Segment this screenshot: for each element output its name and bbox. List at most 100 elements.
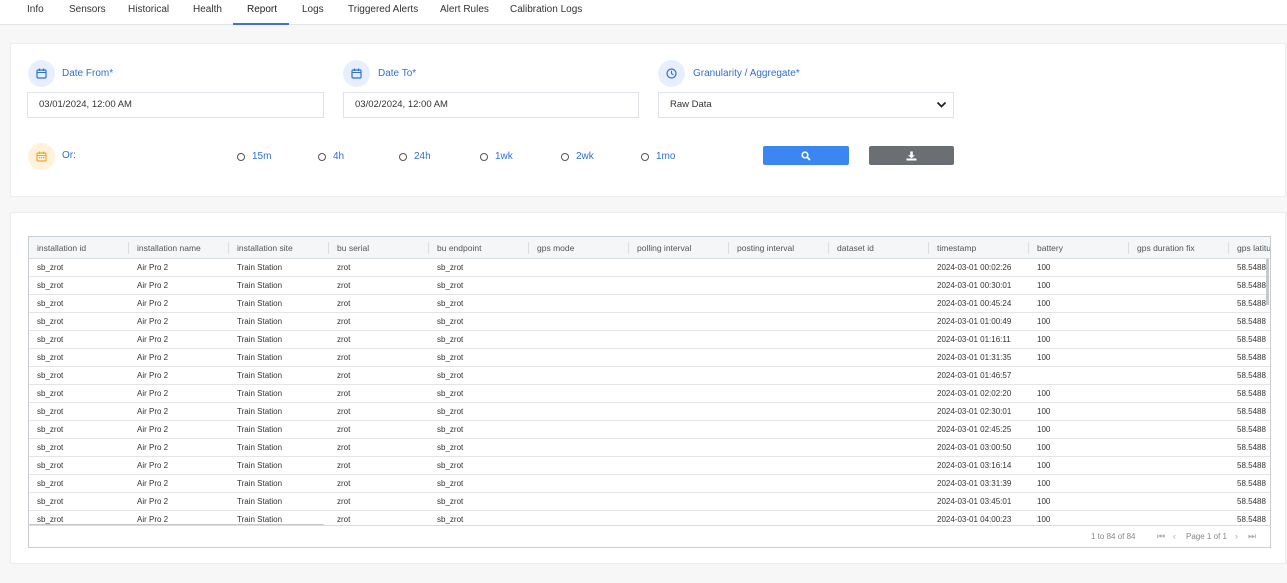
quick-range-2wk[interactable]: 2wk	[561, 151, 594, 162]
quick-range-1mo[interactable]: 1mo	[641, 151, 675, 162]
column-header[interactable]: battery	[1029, 237, 1063, 259]
date-from-input[interactable]: 03/01/2024, 12:00 AM	[27, 92, 324, 118]
table-cell: 2024-03-01 01:16:11	[937, 335, 1011, 344]
column-header[interactable]: posting interval	[729, 237, 794, 259]
table-cell	[529, 259, 629, 277]
or-label: Or:	[62, 150, 76, 161]
column-header[interactable]: dataset id	[829, 237, 874, 259]
table-cell: sb_zrot	[437, 407, 464, 416]
tab-triggered-alerts[interactable]: Triggered Alerts	[348, 4, 418, 15]
table-row[interactable]: sb_zrot Air Pro 2 Train Station zrot sb_zrot…	[29, 457, 1270, 475]
table-cell: Air Pro 2	[137, 407, 169, 416]
quick-range-4h[interactable]: 4h	[318, 151, 344, 162]
table-cell: 58.5488	[1237, 389, 1266, 398]
tab-sensors[interactable]: Sensors	[69, 4, 106, 15]
table-cell: 58.5488	[1237, 281, 1266, 290]
column-header[interactable]: gps mode	[529, 237, 574, 259]
table-row[interactable]: sb_zrot Air Pro 2 Train Station zrot sb_zrot…	[29, 367, 1270, 385]
date-to-label: Date To*	[378, 68, 417, 79]
tab-report[interactable]: Report	[247, 4, 277, 15]
column-header[interactable]: bu endpoint	[429, 237, 481, 259]
table-cell	[829, 277, 929, 295]
column-header[interactable]: gps duration fix	[1129, 237, 1195, 259]
table-cell	[829, 475, 929, 493]
column-header[interactable]: installation id	[29, 237, 86, 259]
first-page-icon[interactable]: ⏮	[1157, 531, 1165, 542]
quick-range-24h[interactable]: 24h	[399, 151, 431, 162]
granularity-select[interactable]: Raw Data	[658, 92, 954, 118]
table-cell: Train Station	[237, 299, 283, 308]
table-cell: sb_zrot	[437, 353, 464, 362]
table-row[interactable]: sb_zrot Air Pro 2 Train Station zrot sb_zrot…	[29, 331, 1270, 349]
table-cell: 100	[1037, 443, 1051, 452]
table-cell	[829, 421, 929, 439]
table-cell: 58.5488	[1237, 407, 1266, 416]
tab-info[interactable]: Info	[27, 4, 44, 15]
table-row[interactable]: sb_zrot Air Pro 2 Train Station zrot sb_zrot…	[29, 493, 1270, 511]
table-row[interactable]: sb_zrot Air Pro 2 Train Station zrot sb_zrot…	[29, 295, 1270, 313]
column-header[interactable]: polling interval	[629, 237, 691, 259]
table-cell	[729, 511, 829, 525]
next-page-icon[interactable]: ›	[1235, 531, 1238, 541]
table-cell	[829, 403, 929, 421]
table-row[interactable]: sb_zrot Air Pro 2 Train Station zrot sb_zrot…	[29, 511, 1270, 525]
table-cell	[629, 295, 729, 313]
column-header[interactable]: timestamp	[929, 237, 976, 259]
table-cell: Train Station	[237, 443, 283, 452]
table-cell	[1129, 313, 1229, 331]
vertical-scrollbar-thumb[interactable]	[1266, 259, 1269, 305]
table-row[interactable]: sb_zrot Air Pro 2 Train Station zrot sb_zrot…	[29, 403, 1270, 421]
column-header[interactable]: bu serial	[329, 237, 369, 259]
last-page-icon[interactable]: ⏭	[1248, 531, 1256, 542]
table-row[interactable]: sb_zrot Air Pro 2 Train Station zrot sb_zrot…	[29, 349, 1270, 367]
table-row[interactable]: sb_zrot Air Pro 2 Train Station zrot sb_zrot…	[29, 385, 1270, 403]
table-cell	[629, 259, 729, 277]
table-cell: Air Pro 2	[137, 299, 169, 308]
date-to-input[interactable]: 03/02/2024, 12:00 AM	[343, 92, 639, 118]
tab-historical[interactable]: Historical	[128, 4, 169, 15]
table-cell	[729, 367, 829, 385]
table-cell: Air Pro 2	[137, 317, 169, 326]
download-button[interactable]	[869, 146, 954, 165]
table-cell	[529, 331, 629, 349]
column-header[interactable]: gps latitu	[1229, 237, 1270, 259]
table-row[interactable]: sb_zrot Air Pro 2 Train Station zrot sb_zrot…	[29, 277, 1270, 295]
table-cell: 2024-03-01 02:02:20	[937, 389, 1012, 398]
table-cell: sb_zrot	[37, 335, 64, 344]
tab-alert-rules[interactable]: Alert Rules	[440, 4, 489, 15]
tab-logs[interactable]: Logs	[302, 4, 324, 15]
table-cell: 2024-03-01 01:46:57	[937, 371, 1012, 380]
table-cell	[1129, 259, 1229, 277]
table-cell: Air Pro 2	[137, 479, 169, 488]
table-row[interactable]: sb_zrot Air Pro 2 Train Station zrot sb_zrot…	[29, 313, 1270, 331]
table-cell: sb_zrot	[37, 299, 64, 308]
table-row[interactable]: sb_zrot Air Pro 2 Train Station zrot sb_zrot…	[29, 421, 1270, 439]
row-count-text: 1 to 84 of 84	[1091, 532, 1136, 541]
table-cell	[1129, 493, 1229, 511]
table-cell: Train Station	[237, 425, 283, 434]
table-cell: zrot	[337, 299, 351, 308]
table-cell: 58.5488	[1237, 335, 1266, 344]
table-cell: 58.5488	[1237, 497, 1266, 506]
previous-page-icon[interactable]: ‹	[1173, 531, 1176, 541]
column-header[interactable]: installation site	[229, 237, 293, 259]
tab-health[interactable]: Health	[193, 4, 222, 15]
table-cell: Train Station	[237, 515, 283, 524]
quick-range-1wk[interactable]: 1wk	[480, 151, 513, 162]
quick-range-15m[interactable]: 15m	[237, 151, 271, 162]
tab-calibration-logs[interactable]: Calibration Logs	[510, 4, 582, 15]
table-cell: 58.5488	[1237, 479, 1266, 488]
table-cell: sb_zrot	[437, 281, 464, 290]
table-cell: sb_zrot	[437, 335, 464, 344]
active-tab-indicator	[233, 23, 289, 25]
table-cell	[1129, 349, 1229, 367]
table-cell: 100	[1037, 317, 1051, 326]
table-row[interactable]: sb_zrot Air Pro 2 Train Station zrot sb_zrot…	[29, 475, 1270, 493]
column-header[interactable]: installation name	[129, 237, 201, 259]
table-row[interactable]: sb_zrot Air Pro 2 Train Station zrot sb_zrot…	[29, 259, 1270, 277]
table-cell: sb_zrot	[37, 317, 64, 326]
table-row[interactable]: sb_zrot Air Pro 2 Train Station zrot sb_zrot…	[29, 439, 1270, 457]
table-cell	[1129, 439, 1229, 457]
search-button[interactable]	[763, 146, 849, 165]
table-cell: sb_zrot	[37, 443, 64, 452]
